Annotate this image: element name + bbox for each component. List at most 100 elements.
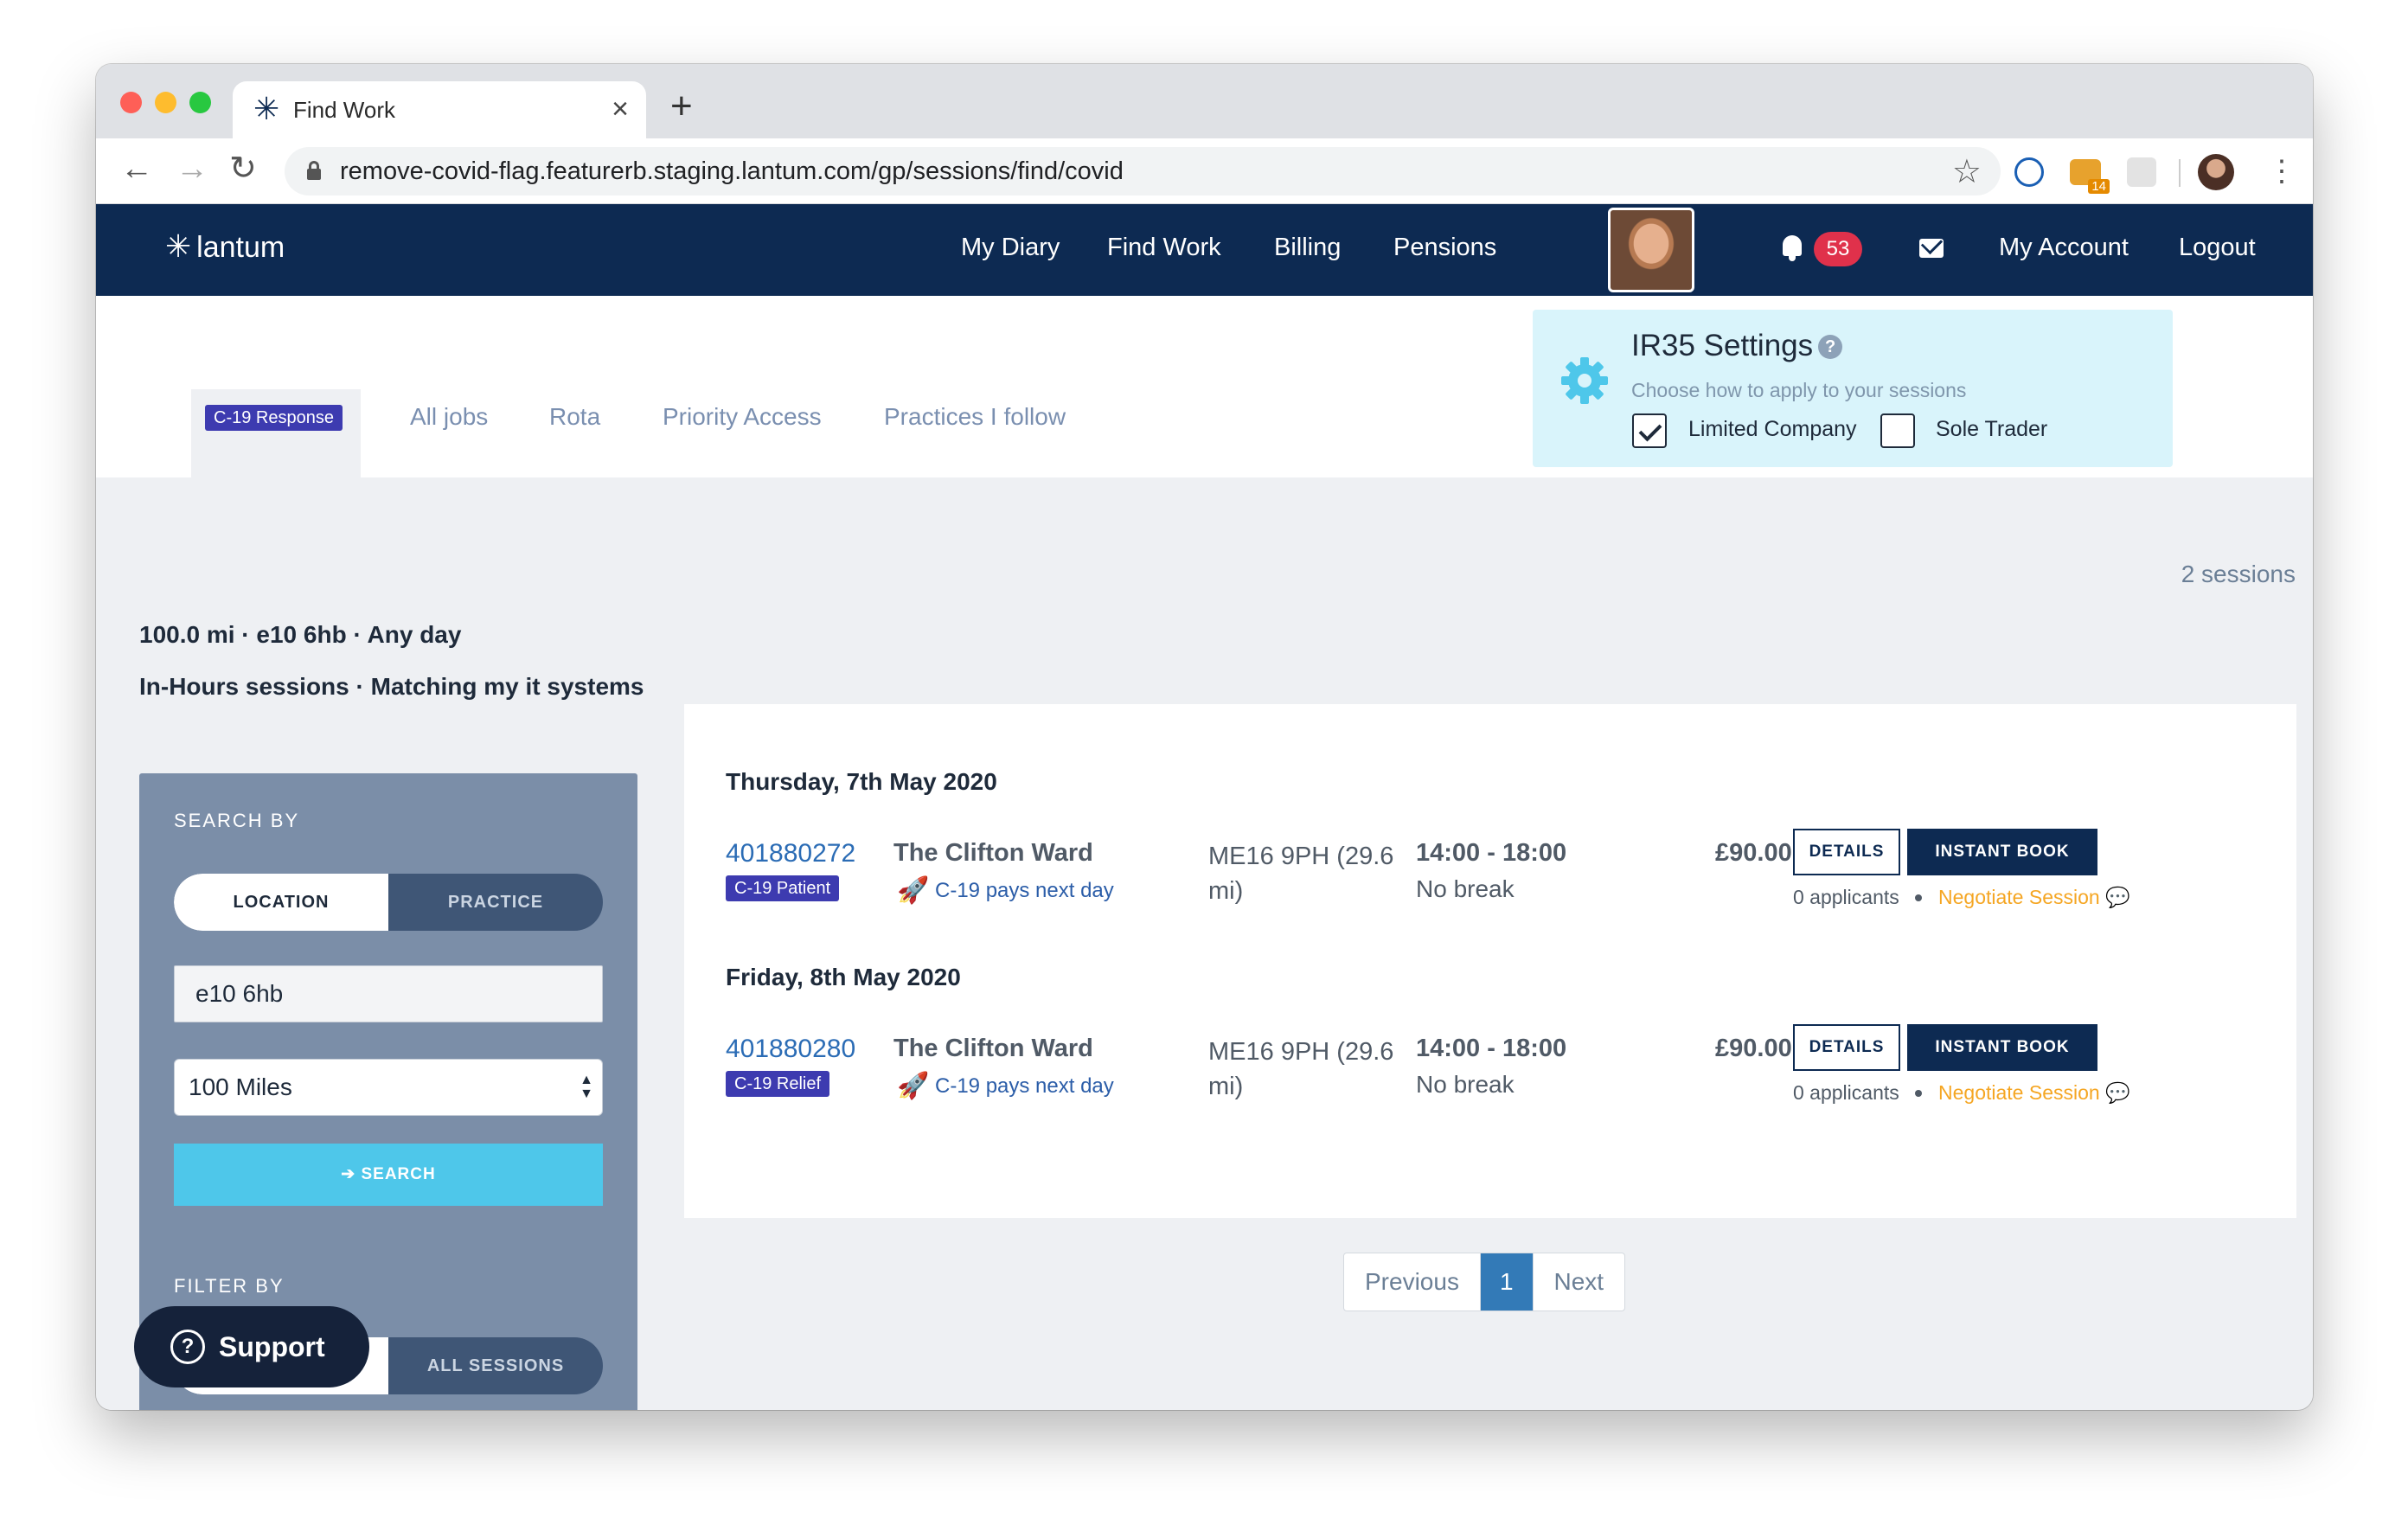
profile-avatar[interactable] (2198, 154, 2234, 190)
nav-find-work[interactable]: Find Work (1107, 234, 1221, 262)
sessions-count: 2 sessions (2181, 561, 2296, 587)
tab-title: Find Work (293, 97, 395, 123)
support-label: Support (219, 1331, 325, 1362)
page-1-button[interactable]: 1 (1479, 1253, 1533, 1311)
session-rate: £90.00 (1715, 1035, 1792, 1062)
nav-my-account[interactable]: My Account (1999, 234, 2129, 262)
nav-my-diary[interactable]: My Diary (961, 234, 1060, 262)
limited-company-checkbox[interactable] (1632, 413, 1667, 448)
sole-trader-label[interactable]: Sole Trader (1936, 417, 2047, 442)
extension-icon[interactable]: 14 (2070, 159, 2110, 194)
nav-logout[interactable]: Logout (2179, 234, 2256, 262)
filter-summary: In-Hours sessions · Matching my it syste… (139, 673, 644, 700)
tab-rota[interactable]: Rota (549, 403, 600, 431)
help-icon[interactable]: ? (1818, 335, 1843, 359)
lantum-favicon-icon: ✳ (253, 91, 280, 126)
negotiate-session-link[interactable]: Negotiate Session 💬 (1938, 1081, 2130, 1105)
minimize-window-button[interactable] (155, 92, 176, 113)
session-id-link[interactable]: 401880272 (726, 839, 855, 868)
session-id-link[interactable]: 401880280 (726, 1035, 855, 1064)
distance-value: 100 Miles (189, 1073, 292, 1100)
chat-icon: 💬 (2105, 886, 2130, 908)
all-sessions-toggle[interactable]: ALL SESSIONS (388, 1337, 603, 1394)
question-icon: ? (170, 1330, 205, 1364)
negotiate-label: Negotiate Session (1938, 886, 2100, 908)
c19-relief-tag: C-19 Relief (726, 1071, 830, 1097)
envelope-icon[interactable] (1919, 239, 1944, 258)
practice-toggle[interactable]: PRACTICE (388, 874, 603, 931)
user-avatar[interactable] (1608, 208, 1694, 292)
lantum-star-icon: ✳ (165, 228, 192, 264)
details-button[interactable]: DETAILS (1793, 1024, 1900, 1071)
close-window-button[interactable] (120, 92, 142, 113)
postcode-distance: ME16 9PH (29.6 mi) (1208, 843, 1394, 905)
date-heading: Thursday, 7th May 2020 (726, 768, 997, 795)
top-navbar: ✳ lantum My Diary Find Work Billing Pensi… (96, 204, 2313, 296)
session-rate: £90.00 (1715, 839, 1792, 867)
browser-toolbar: ← → ↻ remove-covid-flag.featurerb.stagin… (96, 138, 2313, 204)
tab-c19-response[interactable]: C-19 Response (191, 389, 361, 477)
sub-header: C-19 Response All jobs Rota Priority Acc… (96, 296, 2313, 477)
url-text[interactable]: remove-covid-flag.featurerb.staging.lant… (340, 157, 1124, 186)
arrow-right-icon: ➔ (341, 1165, 362, 1183)
toolbar-divider (2179, 159, 2181, 187)
instant-book-button[interactable]: INSTANT BOOK (1907, 1024, 2097, 1071)
notification-count-badge[interactable]: 53 (1814, 232, 1862, 266)
tab-practices-i-follow[interactable]: Practices I follow (884, 403, 1066, 431)
session-time: 14:00 - 18:00 (1416, 839, 1567, 867)
applicants-count: 0 applicants (1793, 1081, 1899, 1104)
lock-icon (307, 161, 321, 180)
nav-billing[interactable]: Billing (1274, 234, 1341, 262)
search-mode-toggle: LOCATION PRACTICE (174, 874, 603, 931)
password-manager-extension-icon[interactable] (2014, 157, 2044, 187)
bell-icon[interactable] (1781, 235, 1803, 261)
session-row: 401880272 C-19 Patient The Clifton Ward … (684, 829, 2296, 969)
browser-menu-icon[interactable]: ⋮ (2267, 151, 2296, 192)
address-bar[interactable]: remove-covid-flag.featurerb.staging.lant… (285, 147, 2001, 195)
rocket-icon: 🚀 (897, 1072, 930, 1100)
grid-extension-icon[interactable] (2127, 157, 2156, 187)
negotiate-session-link[interactable]: Negotiate Session 💬 (1938, 886, 2130, 909)
ir35-title-text: IR35 Settings (1631, 329, 1814, 362)
session-row: 401880280 C-19 Relief The Clifton Ward 🚀… (684, 1024, 2296, 1164)
distance-select[interactable]: 100 Miles ▲ ▼ (174, 1059, 603, 1116)
separator-dot (1915, 1090, 1922, 1097)
session-time: 14:00 - 18:00 (1416, 1035, 1567, 1062)
location-input[interactable]: e10 6hb (174, 965, 603, 1022)
limited-company-label[interactable]: Limited Company (1688, 417, 1857, 442)
instant-book-button[interactable]: INSTANT BOOK (1907, 829, 2097, 875)
chat-icon: 💬 (2105, 1081, 2130, 1104)
next-page-button[interactable]: Next (1532, 1253, 1625, 1311)
select-arrows-icon: ▲ ▼ (580, 1073, 593, 1101)
tab-priority-access[interactable]: Priority Access (663, 403, 822, 431)
bookmark-star-icon[interactable]: ☆ (1952, 152, 1982, 191)
nav-pensions[interactable]: Pensions (1393, 234, 1496, 262)
support-button[interactable]: ? Support (134, 1306, 369, 1387)
previous-page-button[interactable]: Previous (1344, 1253, 1480, 1311)
ir35-settings-panel: IR35 Settings? Choose how to apply to yo… (1533, 310, 2173, 467)
search-button[interactable]: ➔ SEARCH (174, 1144, 603, 1206)
browser-tab[interactable]: ✳ Find Work × (233, 81, 646, 138)
location-toggle[interactable]: LOCATION (174, 874, 388, 931)
back-arrow-icon[interactable]: ← (120, 147, 153, 190)
close-tab-icon[interactable]: × (612, 92, 629, 126)
c19-patient-tag: C-19 Patient (726, 875, 840, 901)
brand-name: lantum (196, 231, 285, 264)
sole-trader-checkbox[interactable] (1880, 413, 1915, 448)
c19-response-tag: C-19 Response (205, 405, 343, 431)
rocket-icon: 🚀 (897, 876, 930, 905)
break-info: No break (1416, 1071, 1515, 1098)
tab-all-jobs[interactable]: All jobs (410, 403, 488, 431)
forward-arrow-icon[interactable]: → (176, 147, 208, 190)
search-by-label: SEARCH BY (174, 810, 300, 831)
break-info: No break (1416, 875, 1515, 902)
details-button[interactable]: DETAILS (1793, 829, 1900, 875)
negotiate-label: Negotiate Session (1938, 1081, 2100, 1104)
reload-icon[interactable]: ↻ (229, 147, 257, 190)
new-tab-button[interactable]: + (670, 85, 693, 128)
lantum-logo[interactable]: ✳ lantum (165, 228, 285, 265)
results-panel: Thursday, 7th May 2020 401880272 C-19 Pa… (684, 704, 2296, 1218)
filter-by-label: FILTER BY (174, 1275, 285, 1297)
tab-strip: ✳ Find Work × + (96, 64, 2313, 138)
maximize-window-button[interactable] (189, 92, 211, 113)
